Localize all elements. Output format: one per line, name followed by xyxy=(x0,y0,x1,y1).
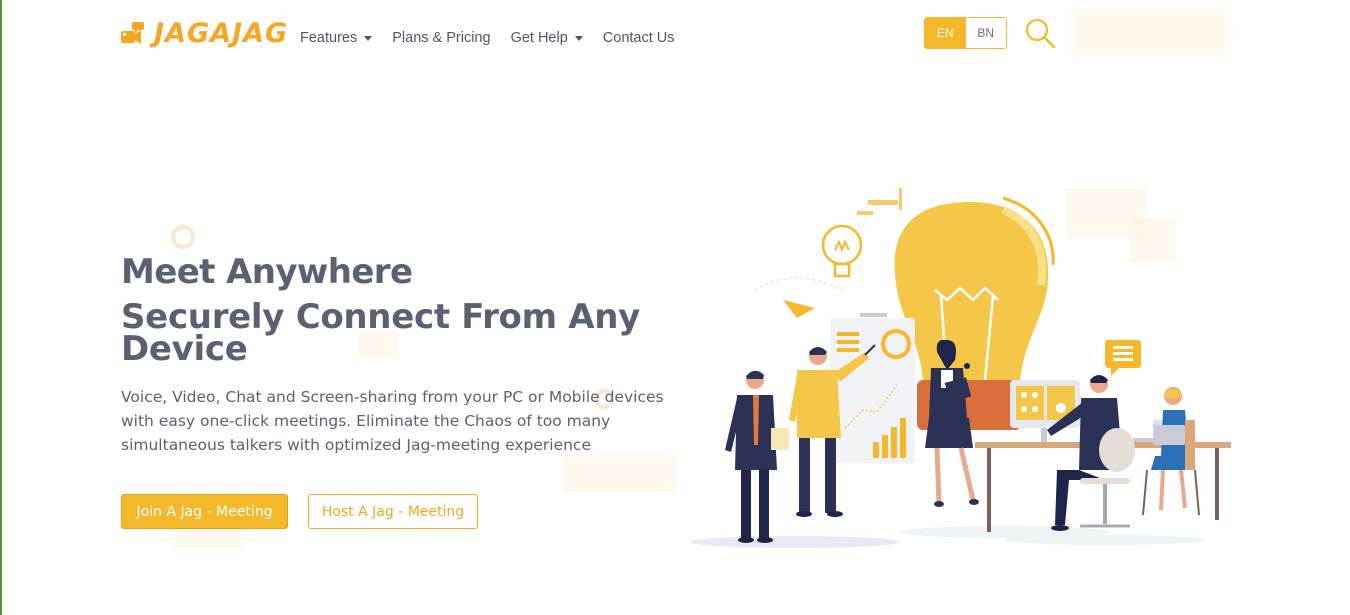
blurred-account-area xyxy=(1075,10,1225,55)
meeting-illustration xyxy=(690,188,1231,548)
camera-chat-icon xyxy=(121,21,144,44)
person-presenter-left xyxy=(725,370,789,543)
person-woman-laptop xyxy=(1142,387,1200,516)
hero-subtitle: Securely Connect From Any Device xyxy=(121,297,641,369)
chat-bubble-icon xyxy=(1105,340,1141,376)
nav-contact-us[interactable]: Contact Us xyxy=(603,30,675,46)
brand-name: JAGAJAG xyxy=(154,18,289,49)
search-icon[interactable] xyxy=(1024,17,1056,49)
nav-label: Features xyxy=(300,30,358,46)
small-bulb-icon xyxy=(821,224,863,278)
nav-label: Get Help xyxy=(510,30,568,46)
brand-logo[interactable]: JAGAJAG xyxy=(120,18,288,49)
chevron-down-icon xyxy=(574,36,583,41)
ground-shadow xyxy=(1005,535,1205,545)
decor-block xyxy=(563,455,676,492)
chevron-down-icon xyxy=(364,36,373,41)
ground-shadow xyxy=(690,536,900,548)
hero-description: Voice, Video, Chat and Screen-sharing fr… xyxy=(121,388,664,454)
main-nav: Features Plans & Pricing Get Help Contac… xyxy=(300,30,675,46)
nav-label: Contact Us xyxy=(602,30,675,46)
whiteboard-chart xyxy=(830,313,915,463)
language-switcher: EN BN xyxy=(924,17,1007,49)
paper-plane-icon xyxy=(783,300,815,318)
decor-ring xyxy=(171,225,195,249)
nav-get-help[interactable]: Get Help xyxy=(511,30,583,46)
host-meeting-button[interactable]: Host A Jag - Meeting xyxy=(308,494,478,529)
decor-bars xyxy=(857,188,902,215)
join-meeting-button[interactable]: Join A Jag - Meeting xyxy=(121,494,288,529)
nav-label: Plans & Pricing xyxy=(392,30,491,46)
lang-en-button[interactable]: EN xyxy=(925,18,966,48)
hero-title: Meet Anywhere xyxy=(121,252,413,292)
nav-plans-pricing[interactable]: Plans & Pricing xyxy=(392,30,490,46)
left-border xyxy=(0,0,2,615)
nav-features[interactable]: Features xyxy=(300,30,373,46)
top-navbar: JAGAJAG Features Plans & Pricing Get Hel… xyxy=(0,0,1350,80)
decor-block xyxy=(174,530,242,548)
lang-bn-button[interactable]: BN xyxy=(965,18,1006,48)
video-call-monitor xyxy=(1010,380,1080,442)
